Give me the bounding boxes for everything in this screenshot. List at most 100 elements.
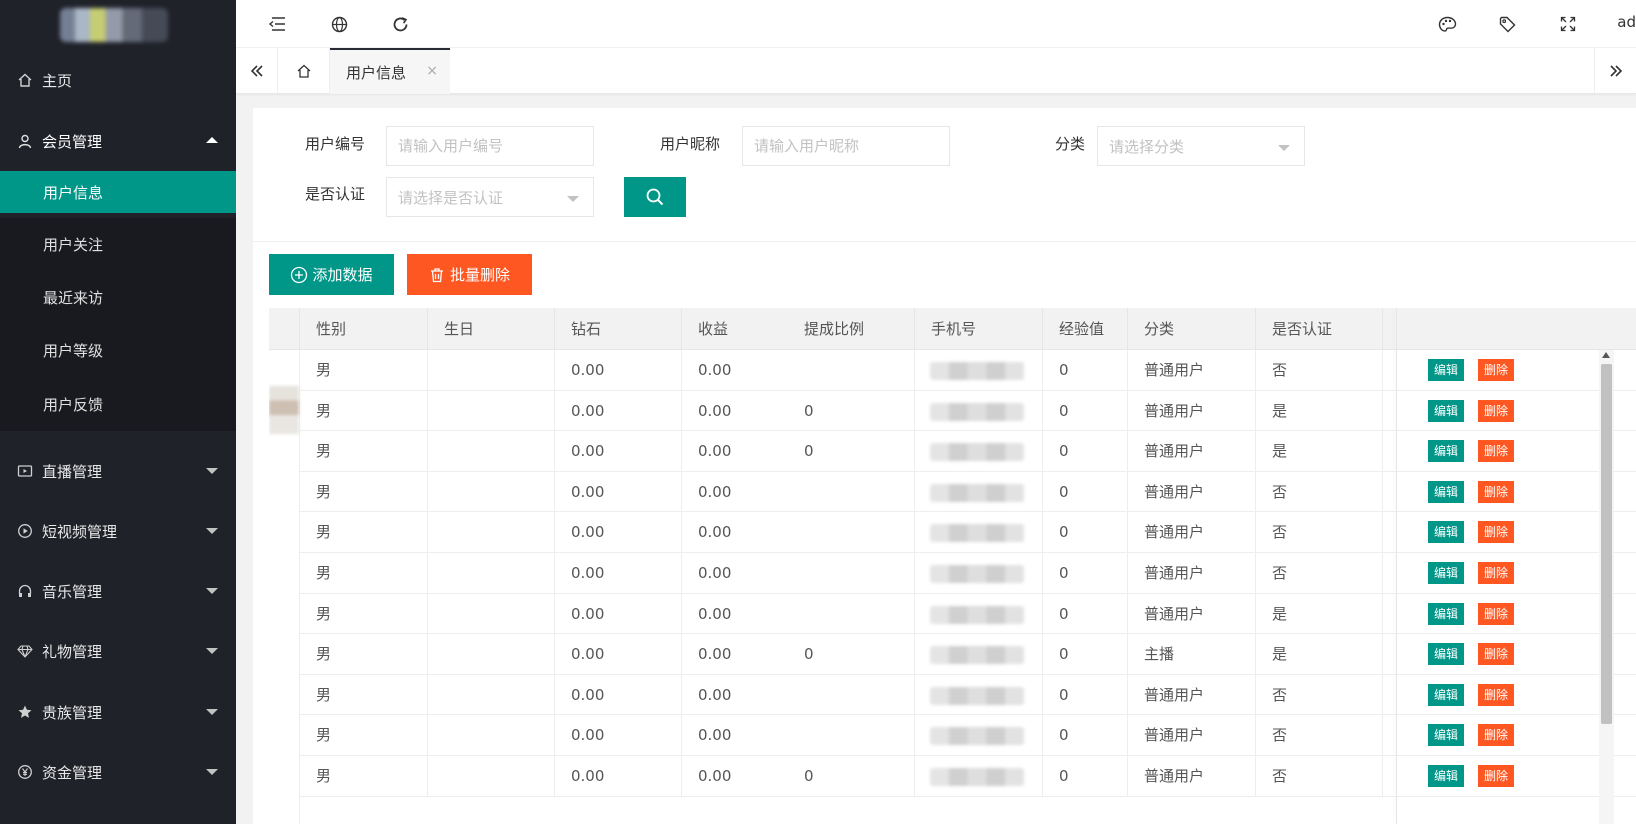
- delete-button[interactable]: 删除: [1478, 521, 1514, 544]
- refresh-icon[interactable]: [386, 10, 414, 38]
- sidebar-item-fund[interactable]: 资金管理: [0, 748, 236, 796]
- add-data-button[interactable]: 添加数据: [269, 254, 394, 295]
- table-row[interactable]: 男 0.00 0.00 0 普通用户否 编辑 删除: [269, 350, 1636, 391]
- sidebar-subitem-user-follow[interactable]: 用户关注: [0, 218, 236, 271]
- delete-button[interactable]: 删除: [1478, 359, 1514, 381]
- table-header-category[interactable]: 分类: [1128, 308, 1256, 350]
- sidebar-item-gift[interactable]: 礼物管理: [0, 627, 236, 675]
- table-row[interactable]: 男 0.00 0.00 0 0 普通用户是编辑 删除: [269, 390, 1636, 432]
- edit-button[interactable]: 编辑: [1428, 440, 1464, 463]
- sidebar-item-live[interactable]: 直播管理: [0, 447, 236, 495]
- cell-commission: [788, 553, 915, 594]
- table-row[interactable]: 男 0.00 0.00 0 普通用户否 编辑 删除: [269, 553, 1636, 594]
- delete-button[interactable]: 删除: [1478, 440, 1514, 463]
- tab-home-icon[interactable]: [278, 48, 330, 94]
- chevron-down-icon: [206, 709, 218, 715]
- globe-icon[interactable]: [325, 10, 353, 38]
- cell-commission: 0: [788, 634, 915, 675]
- delete-button[interactable]: 删除: [1478, 562, 1514, 584]
- phone-redacted: [930, 768, 1024, 786]
- admin-user-menu[interactable]: ad: [1617, 13, 1636, 31]
- cell-phone: [915, 756, 1043, 797]
- cell-gender: 男: [300, 593, 428, 635]
- delete-button[interactable]: 删除: [1478, 683, 1514, 706]
- table-header-verified[interactable]: 是否认证: [1256, 308, 1383, 350]
- delete-button[interactable]: 删除: [1478, 399, 1514, 422]
- edit-button[interactable]: 编辑: [1428, 683, 1464, 706]
- table-row[interactable]: 男 0.00 0.00 0 普通用户是 编辑 删除: [269, 593, 1636, 635]
- edit-button[interactable]: 编辑: [1428, 399, 1464, 422]
- table-scrollbar[interactable]: [1599, 350, 1614, 824]
- sidebar-subitem-user-level[interactable]: 用户等级: [0, 324, 236, 377]
- cell-verified: 是: [1256, 390, 1383, 432]
- table-row[interactable]: 男 0.00 0.00 0 普通用户否 编辑 删除: [269, 674, 1636, 716]
- table-header-income[interactable]: 收益: [682, 308, 788, 350]
- table-row[interactable]: 男 0.00 0.00 0 普通用户否 编辑 删除: [269, 471, 1636, 513]
- edit-button[interactable]: 编辑: [1428, 765, 1464, 787]
- star-icon: [16, 703, 34, 721]
- table-header-birthday[interactable]: 生日: [428, 308, 555, 350]
- tab-scroll-right-icon[interactable]: [1594, 48, 1636, 94]
- sidebar-item-member[interactable]: 会员管理: [0, 114, 236, 168]
- delete-button[interactable]: 删除: [1478, 724, 1514, 747]
- table-row[interactable]: 男 0.00 0.00 0 普通用户否 编辑 删除: [269, 715, 1636, 756]
- table-header-exp[interactable]: 经验值: [1043, 308, 1128, 350]
- table-row[interactable]: 男 0.00 0.00 0 普通用户否 编辑 删除: [269, 512, 1636, 553]
- palette-icon[interactable]: [1433, 10, 1461, 38]
- delete-button[interactable]: 删除: [1478, 765, 1514, 787]
- delete-button[interactable]: 删除: [1478, 480, 1514, 503]
- edit-button[interactable]: 编辑: [1428, 480, 1464, 503]
- sidebar-item-home[interactable]: 主页: [0, 54, 236, 106]
- batch-delete-button[interactable]: 批量删除: [407, 254, 532, 295]
- search-button[interactable]: [624, 177, 686, 217]
- table-header-commission[interactable]: 提成比例: [788, 308, 915, 350]
- edit-button[interactable]: 编辑: [1428, 724, 1464, 747]
- sidebar-subitem-recent-visit[interactable]: 最近来访: [0, 271, 236, 324]
- cell-verified: 否: [1256, 715, 1383, 756]
- cell-exp: 0: [1043, 350, 1128, 391]
- cell-diamond: 0.00: [555, 471, 682, 513]
- tab-scroll-left-icon[interactable]: [236, 48, 278, 94]
- cell-birthday: [428, 593, 555, 635]
- nickname-input[interactable]: [742, 126, 950, 166]
- table-header-diamond[interactable]: 钻石: [555, 308, 682, 350]
- yen-icon: [16, 763, 34, 781]
- table-row[interactable]: 男 0.00 0.00 0 0 主播是编辑 删除: [269, 634, 1636, 675]
- cell-commission: [788, 512, 915, 553]
- category-select[interactable]: 请选择分类: [1097, 126, 1305, 166]
- headphones-icon: [16, 582, 34, 600]
- close-icon[interactable]: ×: [426, 63, 438, 79]
- sidebar-subitem-user-info[interactable]: 用户信息: [0, 171, 236, 213]
- cell-birthday: [428, 553, 555, 594]
- table-header-phone[interactable]: 手机号: [915, 308, 1043, 350]
- menu-collapse-icon[interactable]: [263, 10, 291, 38]
- edit-button[interactable]: 编辑: [1428, 359, 1464, 381]
- delete-button[interactable]: 删除: [1478, 643, 1514, 666]
- sidebar-subitem-feedback[interactable]: 用户反馈: [0, 377, 236, 431]
- tag-icon[interactable]: [1493, 10, 1521, 38]
- phone-redacted: [930, 646, 1024, 665]
- edit-button[interactable]: 编辑: [1428, 521, 1464, 544]
- cell-birthday: [428, 471, 555, 513]
- fullscreen-icon[interactable]: [1554, 10, 1582, 38]
- delete-button[interactable]: 删除: [1478, 602, 1514, 625]
- cell-phone: [915, 471, 1043, 513]
- avatar: [269, 386, 299, 434]
- table-row[interactable]: 男 0.00 0.00 0 0 普通用户是编辑 删除: [269, 431, 1636, 472]
- scroll-up-arrow-icon[interactable]: [1602, 352, 1610, 358]
- edit-button[interactable]: 编辑: [1428, 562, 1464, 584]
- cell-diamond: 0.00: [555, 350, 682, 391]
- scrollbar-thumb[interactable]: [1601, 364, 1612, 724]
- table-header-gender[interactable]: 性别: [300, 308, 428, 350]
- sidebar-item-music[interactable]: 音乐管理: [0, 567, 236, 615]
- plus-circle-icon: [291, 266, 308, 283]
- sidebar-item-noble[interactable]: 贵族管理: [0, 688, 236, 736]
- table-row[interactable]: 男 0.00 0.00 0 0 普通用户否编辑 删除: [269, 756, 1636, 797]
- edit-button[interactable]: 编辑: [1428, 602, 1464, 625]
- edit-button[interactable]: 编辑: [1428, 643, 1464, 666]
- cell-verified: 否: [1256, 471, 1383, 513]
- tab-user-info[interactable]: 用户信息 ×: [330, 48, 450, 94]
- verified-select[interactable]: 请选择是否认证: [386, 177, 594, 217]
- sidebar-item-video[interactable]: 短视频管理: [0, 507, 236, 555]
- user-id-input[interactable]: [386, 126, 594, 166]
